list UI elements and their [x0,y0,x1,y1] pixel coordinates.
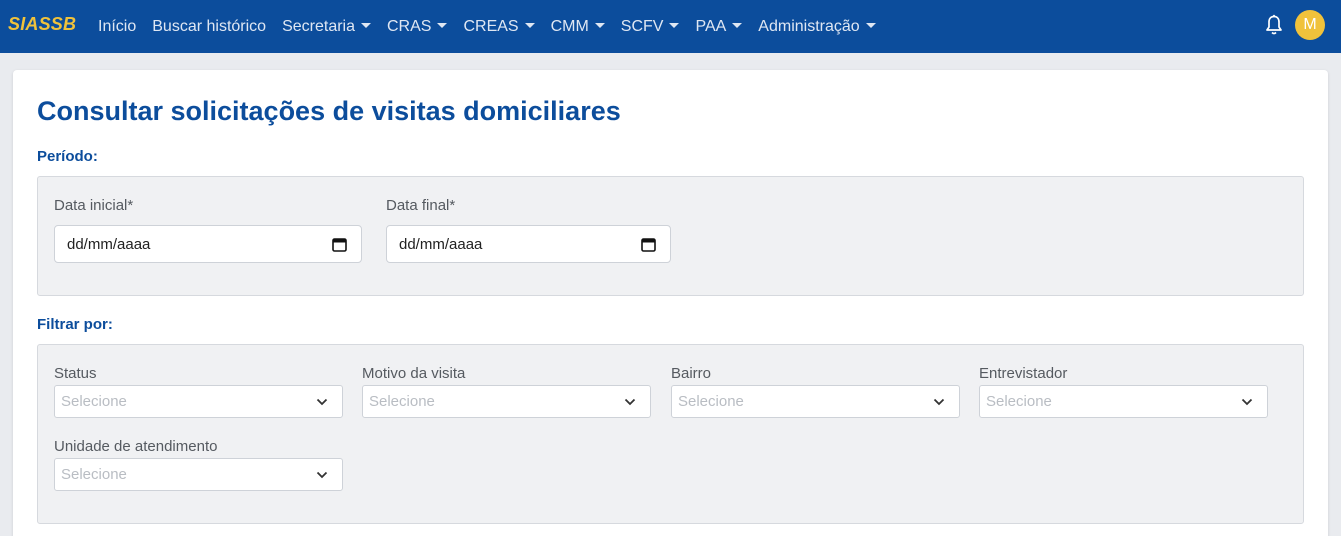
nav-item-paa[interactable]: PAA [687,0,750,53]
nav-item-label: Secretaria [282,17,355,35]
interviewer-placeholder: Selecione [986,393,1052,410]
page-title: Consultar solicitações de visitas domici… [37,96,621,126]
start-date-label: Data inicial* [54,197,134,214]
calendar-icon[interactable] [332,237,347,252]
unit-placeholder: Selecione [61,466,127,483]
nav-item-label: CREAS [463,17,519,35]
bell-icon[interactable] [1264,14,1284,36]
start-date-value: dd/mm/aaaa [67,235,151,253]
start-date-input[interactable]: dd/mm/aaaa [54,225,362,263]
caret-down-icon [594,22,605,28]
reason-select[interactable]: Selecione [362,385,651,418]
end-date-value: dd/mm/aaaa [399,235,483,253]
nav-item-administracao[interactable]: Administração [750,0,883,53]
nav-item-scfv[interactable]: SCFV [613,0,688,53]
nav-menu: Início Buscar histórico Secretaria CRAS … [90,0,884,53]
nav-item-label: Buscar histórico [152,17,267,35]
chevron-down-icon [933,398,945,406]
caret-down-icon [437,22,448,28]
caret-down-icon [361,22,371,28]
end-date-input[interactable]: dd/mm/aaaa [386,225,671,263]
nav-item-label: Administração [758,17,860,35]
nav-item-label: CMM [550,17,589,35]
top-navbar: SIASSB Início Buscar histórico Secretari… [0,0,1341,53]
caret-down-icon [732,22,743,28]
interviewer-select[interactable]: Selecione [979,385,1268,418]
status-select[interactable]: Selecione [54,385,343,418]
chevron-down-icon [1241,398,1253,406]
caret-down-icon [524,22,535,28]
nav-item-cras[interactable]: CRAS [379,0,455,53]
status-placeholder: Selecione [61,393,127,410]
nav-item-secretaria[interactable]: Secretaria [274,0,379,53]
nav-item-creas[interactable]: CREAS [455,0,542,53]
nav-item-label: CRAS [387,17,432,35]
interviewer-label: Entrevistador [979,365,1068,382]
nav-item-cmm[interactable]: CMM [543,0,613,53]
chevron-down-icon [316,398,328,406]
status-label: Status [54,365,97,382]
chevron-down-icon [316,471,328,479]
end-date-label: Data final* [386,197,456,214]
unit-select[interactable]: Selecione [54,458,343,491]
nav-item-label: PAA [695,17,727,35]
brand-logo[interactable]: SIASSB [8,14,76,35]
calendar-icon[interactable] [641,237,656,252]
neighborhood-label: Bairro [671,365,712,382]
unit-label: Unidade de atendimento [54,438,218,455]
reason-placeholder: Selecione [369,393,435,410]
period-section-label: Período: [37,148,98,165]
nav-item-label: SCFV [620,17,664,35]
nav-item-buscar-historico[interactable]: Buscar histórico [144,0,274,53]
user-avatar[interactable]: M [1295,10,1325,40]
caret-down-icon [669,22,680,28]
neighborhood-placeholder: Selecione [678,393,744,410]
caret-down-icon [865,22,876,28]
nav-item-label: Início [98,17,137,35]
filters-section-label: Filtrar por: [37,316,113,333]
neighborhood-select[interactable]: Selecione [671,385,960,418]
chevron-down-icon [624,398,636,406]
reason-label: Motivo da visita [362,365,466,382]
nav-item-inicio[interactable]: Início [90,0,144,53]
